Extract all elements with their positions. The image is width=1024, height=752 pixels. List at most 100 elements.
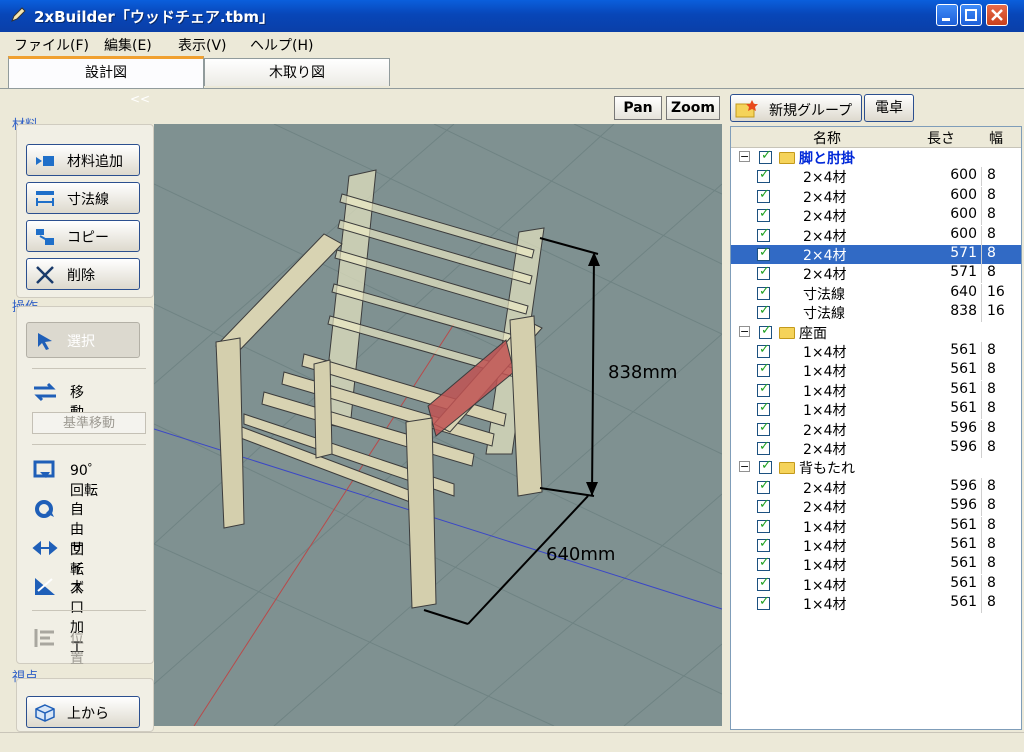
item-checkbox[interactable] [757, 420, 770, 436]
free-rotate-icon [35, 500, 54, 518]
tree-item-row[interactable]: 1×4材 561 8 [731, 380, 1021, 400]
item-checkbox[interactable] [757, 536, 770, 552]
tree-item-row[interactable]: 1×4材 561 8 [731, 342, 1021, 361]
position-label: 位置 [70, 631, 84, 667]
pan-button[interactable]: Pan [614, 96, 662, 120]
item-checkbox[interactable] [757, 284, 770, 300]
maximize-button[interactable] [960, 4, 982, 26]
item-checkbox[interactable] [757, 303, 770, 320]
group-checkbox[interactable] [759, 148, 772, 164]
col-width-header[interactable]: 幅 [989, 128, 1003, 148]
item-width: 8 [987, 361, 996, 378]
column-divider [981, 477, 982, 497]
item-checkbox[interactable] [757, 206, 770, 223]
tree-item-row[interactable]: 2×4材 600 8 [731, 186, 1021, 206]
tree-item-row[interactable]: 2×4材 571 8 [731, 264, 1021, 284]
item-checkbox[interactable] [757, 187, 770, 203]
tree-item-row[interactable]: 1×4材 561 8 [731, 555, 1021, 575]
tab-lumber-cut[interactable]: 木取り図 [204, 58, 390, 86]
zoom-button[interactable]: Zoom [666, 96, 720, 120]
item-checkbox[interactable] [757, 264, 770, 281]
item-checkbox[interactable] [757, 245, 770, 261]
item-checkbox[interactable] [757, 342, 770, 358]
tree-item-row[interactable]: 寸法線 640 16 [731, 283, 1021, 303]
tree-item-row[interactable]: 1×4材 561 8 [731, 516, 1021, 536]
tree-item-row[interactable]: 1×4材 561 8 [731, 574, 1021, 594]
tree-item-row[interactable]: 2×4材 596 8 [731, 439, 1021, 458]
copy-button[interactable]: コピー [26, 220, 140, 252]
tab-strip: 設計図 木取り図 [0, 56, 1024, 89]
menu-file[interactable]: ファイル(F) [14, 35, 89, 55]
add-material-button[interactable]: 材料追加 [26, 144, 140, 176]
dimension-line-button[interactable]: 寸法線 [26, 182, 140, 214]
tree-item-row[interactable]: 2×4材 596 8 [731, 497, 1021, 517]
item-checkbox[interactable] [757, 497, 770, 514]
select-button[interactable]: 選択 [26, 322, 140, 358]
menu-edit[interactable]: 編集(E) [104, 35, 152, 55]
item-checkbox[interactable] [757, 575, 770, 591]
collapse-toggle-icon[interactable]: − [739, 151, 750, 162]
tab-design[interactable]: 設計図 [8, 56, 204, 88]
item-checkbox[interactable] [757, 226, 770, 242]
item-width: 8 [987, 497, 996, 514]
new-group-button[interactable]: 新規グループ [730, 94, 862, 122]
item-width: 8 [987, 400, 996, 417]
group-checkbox[interactable] [759, 323, 772, 339]
item-length: 561 [950, 380, 977, 397]
tree-item-row[interactable]: 2×4材 596 8 [731, 477, 1021, 497]
item-checkbox[interactable] [757, 517, 770, 533]
base-move-button[interactable]: 基準移動 [32, 412, 146, 434]
column-divider [981, 361, 982, 381]
item-checkbox[interactable] [757, 478, 770, 494]
item-width: 16 [987, 303, 1005, 320]
separator [32, 368, 146, 369]
item-checkbox[interactable] [757, 400, 770, 417]
item-checkbox[interactable] [757, 439, 770, 455]
menu-help[interactable]: ヘルプ(H) [250, 35, 313, 55]
tree-item-row[interactable]: 1×4材 561 8 [731, 536, 1021, 555]
minimize-button[interactable] [936, 4, 958, 26]
dimension-line-label: 寸法線 [67, 192, 109, 208]
item-width: 8 [987, 342, 996, 358]
tree-item-row[interactable]: 2×4材 600 8 [731, 225, 1021, 245]
column-divider [981, 264, 982, 284]
tree-item-row[interactable]: 寸法線 838 16 [731, 303, 1021, 323]
title-bar: 2xBuilder「ウッドチェア.tbm」 [0, 0, 1024, 32]
item-width: 8 [987, 516, 996, 533]
item-checkbox[interactable] [757, 381, 770, 397]
item-checkbox[interactable] [757, 361, 770, 378]
resize-arrows-icon [32, 540, 58, 556]
item-checkbox[interactable] [757, 594, 770, 611]
tree-item-row[interactable]: 2×4材 600 8 [731, 167, 1021, 187]
tree-group-row[interactable]: − 背もたれ [731, 458, 1021, 477]
item-width: 8 [987, 206, 996, 223]
collapse-toggle-icon[interactable]: − [739, 325, 750, 337]
tree-item-row[interactable]: 2×4材 600 8 [731, 206, 1021, 226]
column-divider [981, 342, 982, 361]
tree-item-row[interactable]: 1×4材 561 8 [731, 594, 1021, 614]
col-length-header[interactable]: 長さ [927, 128, 955, 148]
item-name: 2×4材 [803, 189, 847, 206]
status-bar [0, 732, 1024, 752]
calculator-button[interactable]: 電卓 [864, 94, 914, 122]
view-from-top-button[interactable]: 上から [26, 696, 140, 728]
group-checkbox[interactable] [759, 458, 772, 475]
item-checkbox[interactable] [757, 167, 770, 184]
collapse-toggle[interactable]: << [130, 92, 150, 106]
minimize-icon [942, 18, 950, 21]
tree-group-row[interactable]: − 座面 [731, 323, 1021, 342]
tree-item-row[interactable]: 2×4材 596 8 [731, 419, 1021, 439]
tree-item-row[interactable]: 2×4材 571 8 [731, 245, 1021, 264]
tree-item-row[interactable]: 1×4材 561 8 [731, 361, 1021, 381]
tree-group-row[interactable]: − 脚と肘掛 [731, 148, 1021, 167]
delete-button[interactable]: 削除 [26, 258, 140, 290]
item-checkbox[interactable] [757, 555, 770, 572]
col-name-header[interactable]: 名称 [813, 128, 841, 148]
tree-item-row[interactable]: 1×4材 561 8 [731, 400, 1021, 420]
collapse-toggle-icon[interactable]: − [739, 461, 750, 473]
close-button[interactable] [986, 4, 1008, 26]
group-name: 背もたれ [799, 461, 855, 478]
3d-viewport[interactable]: 838mm 640mm [154, 124, 722, 726]
menu-view[interactable]: 表示(V) [178, 35, 227, 55]
item-name: 1×4材 [803, 558, 847, 575]
